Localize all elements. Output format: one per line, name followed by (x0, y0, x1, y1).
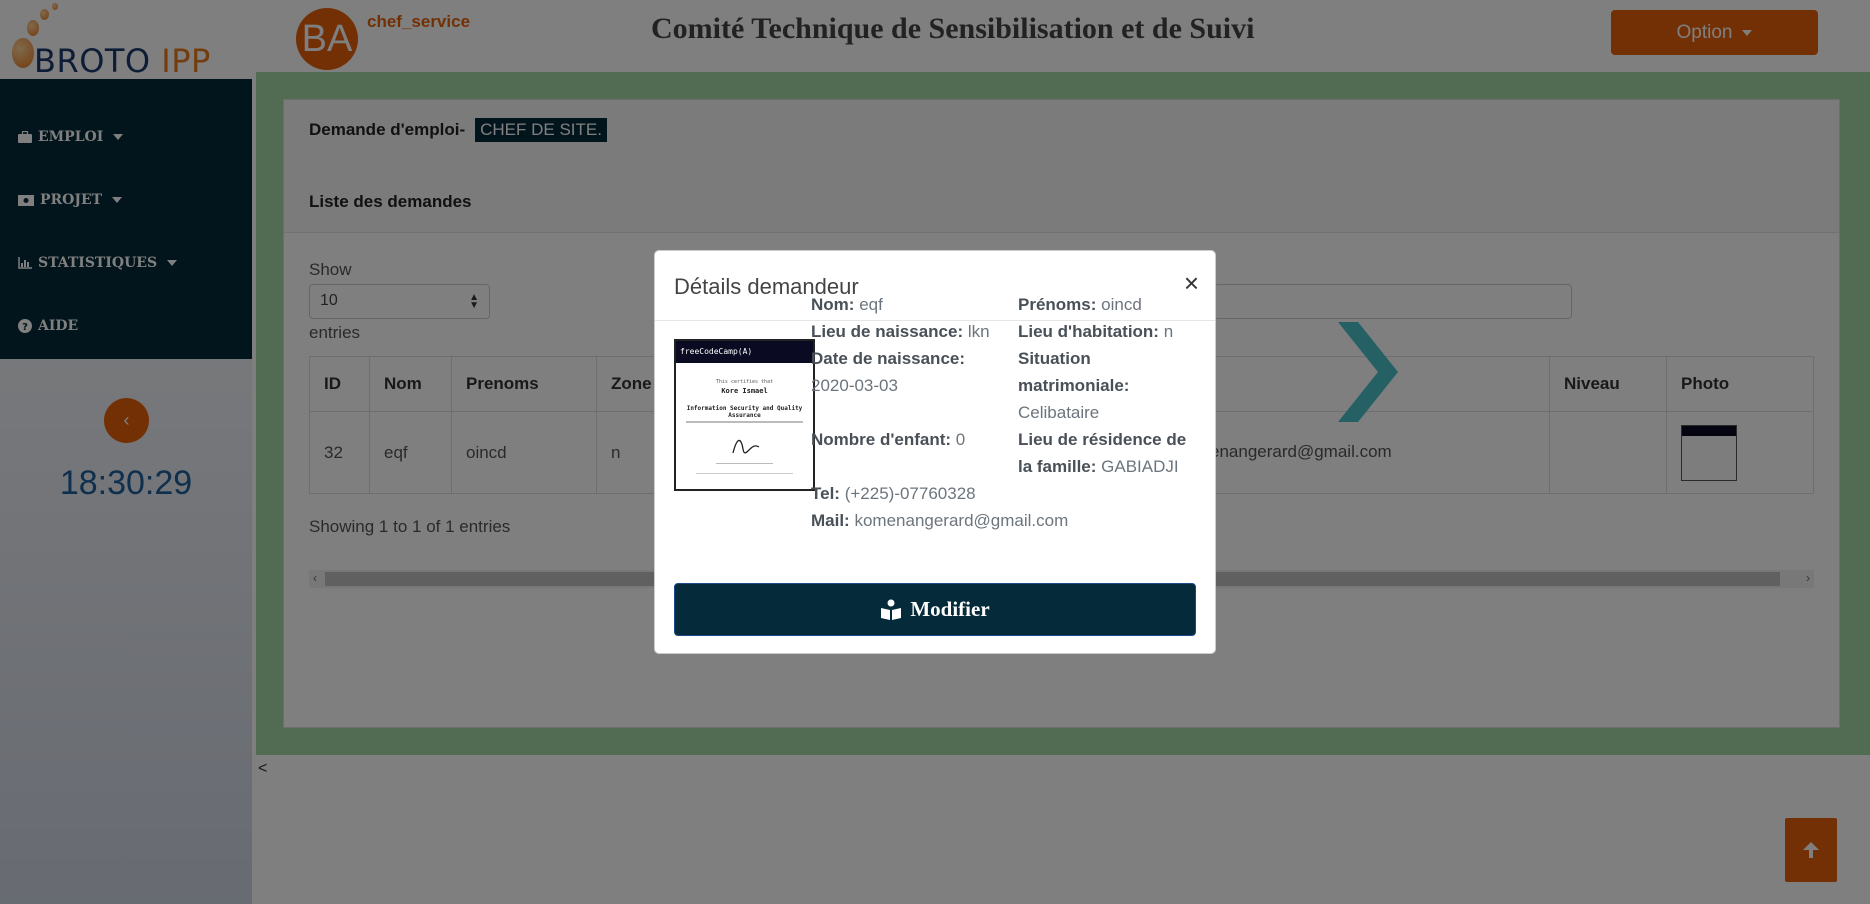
field-lieu-habitation: Lieu d'habitation: n (1018, 318, 1173, 345)
field-label: Tel: (811, 484, 840, 503)
field-tel: Tel: (+225)-07760328 (811, 480, 976, 507)
field-label: matrimoniale: (1018, 376, 1130, 395)
divider (696, 473, 793, 474)
field-value: GABIADJI (1101, 457, 1179, 476)
field-residence: Lieu de résidence de la famille: GABIADJ… (1018, 426, 1186, 480)
certificate-image[interactable]: freeCodeCamp(A) This certifies that Kore… (674, 339, 815, 491)
field-label: Mail: (811, 511, 850, 530)
field-value: eqf (859, 295, 883, 314)
field-value: lkn (967, 322, 990, 341)
book-reader-icon (881, 599, 902, 620)
certificate-recipient: Kore Ismael (721, 387, 768, 395)
field-nb-enfant: Nombre d'enfant: 0 (811, 426, 965, 453)
field-label: Nombre d'enfant: (811, 430, 952, 449)
signature-icon (732, 439, 760, 454)
certificate-course: Information Security and Quality Assuran… (686, 405, 803, 419)
close-icon[interactable]: × (1184, 270, 1199, 296)
field-nom: Nom: eqf (811, 291, 883, 318)
field-mail: Mail: komenangerard@gmail.com (811, 507, 1068, 534)
modifier-label: Modifier (910, 597, 990, 621)
field-value: Celibataire (1018, 403, 1100, 422)
details-modal: Détails demandeur × freeCodeCamp(A) This… (654, 250, 1216, 654)
field-date-naissance: Date de naissance: 2020-03-03 (811, 345, 965, 399)
field-lieu-naissance: Lieu de naissance: lkn (811, 318, 990, 345)
certificate-brand: freeCodeCamp(A) (676, 341, 813, 363)
field-label: Situation (1018, 349, 1091, 368)
field-situation: Situation matrimoniale: Celibataire (1018, 345, 1129, 426)
divider (686, 421, 803, 423)
field-label: Lieu de naissance: (811, 322, 964, 341)
field-value: oincd (1101, 295, 1142, 314)
field-label: Prénoms: (1018, 295, 1097, 314)
field-label: Date de naissance: (811, 349, 966, 368)
field-prenoms: Prénoms: oincd (1018, 291, 1142, 318)
modifier-button[interactable]: Modifier (674, 583, 1196, 636)
field-label: la famille: (1018, 457, 1097, 476)
field-label: Lieu de résidence de (1018, 430, 1187, 449)
field-value: (+225)-07760328 (844, 484, 976, 503)
divider (716, 463, 773, 464)
certificate-line: This certifies that (715, 379, 774, 385)
field-value: 2020-03-03 (811, 376, 898, 395)
field-value: komenangerard@gmail.com (854, 511, 1069, 530)
field-value: n (1163, 322, 1174, 341)
field-label: Nom: (811, 295, 855, 314)
field-label: Lieu d'habitation: (1018, 322, 1159, 341)
field-value: 0 (955, 430, 966, 449)
